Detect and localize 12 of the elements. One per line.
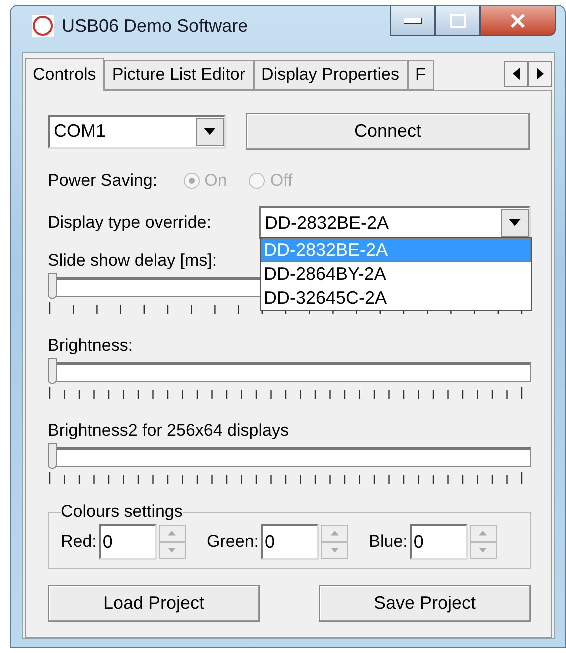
display-type-label: Display type override:: [48, 213, 212, 233]
colour-label: Green:: [207, 532, 260, 552]
radio-label: On: [204, 171, 228, 191]
colour-label: Blue:: [369, 532, 408, 552]
slider-label: Brightness:: [48, 336, 134, 355]
power-saving-label: Power Saving:: [48, 171, 158, 191]
group-title: Colours settings: [61, 502, 183, 522]
window-title: USB06 Demo Software: [62, 16, 250, 36]
slider-label: Brightness2 for 256x64 displays: [48, 421, 289, 440]
slider-label: Slide show delay [ms]:: [48, 251, 218, 270]
colour-label: Red:: [61, 532, 97, 552]
radio-label: Off: [270, 171, 293, 191]
